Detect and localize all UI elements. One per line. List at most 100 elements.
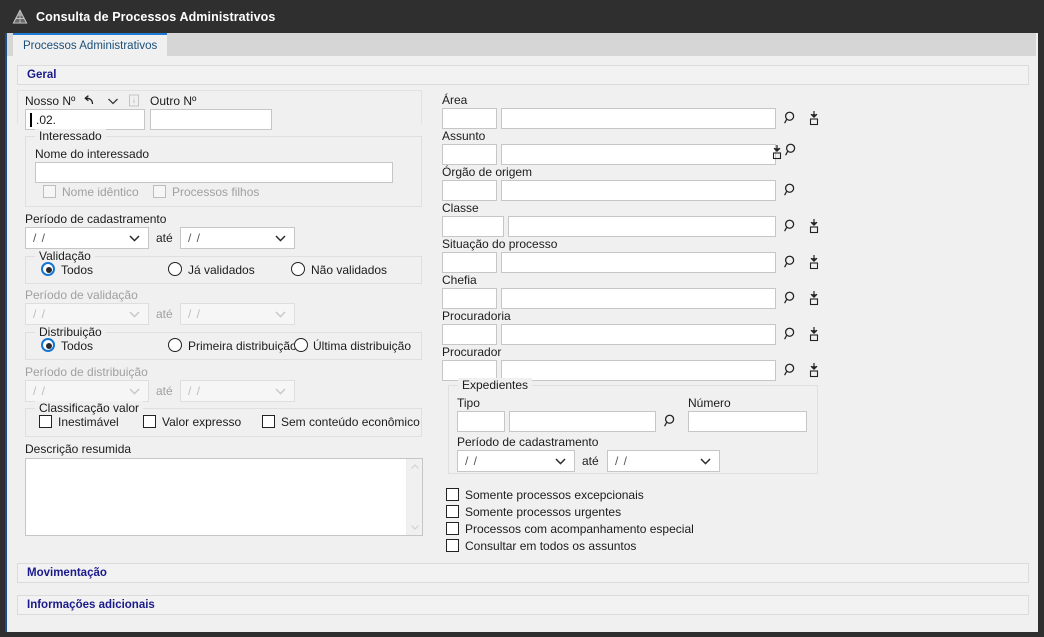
classe-code-input[interactable] bbox=[442, 216, 504, 237]
periodo-cadastramento-from-value: / / bbox=[33, 231, 47, 245]
chefia-code-input[interactable] bbox=[442, 288, 497, 309]
periodo-validacao-from-value: / / bbox=[33, 307, 47, 321]
section-header-movimentacao[interactable]: Movimentação bbox=[17, 563, 1029, 583]
checkbox-nome-identico[interactable] bbox=[43, 185, 56, 198]
checkbox-somente-excepcionais[interactable] bbox=[446, 488, 459, 501]
outro-numero-input[interactable] bbox=[150, 109, 272, 130]
drop-into-box-icon[interactable] bbox=[805, 288, 823, 308]
situacao-processo-code-input[interactable] bbox=[442, 252, 497, 273]
descricao-scrollbar[interactable] bbox=[406, 459, 422, 535]
periodo-distribuicao-label: Período de distribuição bbox=[25, 365, 148, 379]
radio-distribuicao-primeira[interactable] bbox=[168, 338, 182, 352]
checkbox-todos-assuntos[interactable] bbox=[446, 539, 459, 552]
expediente-numero-input[interactable] bbox=[688, 411, 807, 432]
checkbox-processos-filhos[interactable] bbox=[153, 185, 166, 198]
nosso-numero-value: .02. bbox=[36, 113, 57, 127]
radio-validacao-todos[interactable] bbox=[41, 262, 55, 276]
orgao-origem-description-input[interactable] bbox=[501, 180, 776, 201]
section-label-informacoes-adicionais: Informações adicionais bbox=[27, 599, 155, 611]
expediente-periodo-to-value: / / bbox=[615, 454, 629, 468]
expediente-tipo-label: Tipo bbox=[457, 396, 480, 410]
checkbox-inestimavel[interactable] bbox=[39, 415, 52, 428]
checkbox-sem-conteudo-economico[interactable] bbox=[262, 415, 275, 428]
checkbox-somente-urgentes[interactable] bbox=[446, 505, 459, 518]
periodo-validacao-to-value: / / bbox=[188, 307, 202, 321]
radio-distribuicao-todos-label: Todos bbox=[61, 339, 94, 353]
area-code-input[interactable] bbox=[442, 108, 497, 129]
area-description-input[interactable] bbox=[501, 108, 776, 129]
radio-distribuicao-todos[interactable] bbox=[41, 338, 55, 352]
drop-into-box-icon[interactable] bbox=[805, 252, 823, 272]
interessado-legend: Interessado bbox=[35, 129, 106, 143]
expediente-tipo-code-input[interactable] bbox=[457, 411, 505, 432]
checkbox-nome-identico-label: Nome idêntico bbox=[62, 185, 139, 199]
procurador-label: Procurador bbox=[442, 345, 502, 359]
scroll-up-icon[interactable] bbox=[410, 462, 420, 472]
search-icon[interactable] bbox=[782, 216, 800, 236]
chevron-down-icon bbox=[274, 232, 287, 245]
undo-arrow-icon[interactable] bbox=[81, 92, 97, 108]
search-icon[interactable] bbox=[662, 411, 680, 431]
search-icon[interactable] bbox=[782, 360, 800, 380]
classe-description-input[interactable] bbox=[508, 216, 776, 237]
periodo-validacao-from[interactable]: / / bbox=[25, 303, 149, 325]
periodo-distribuicao-from[interactable]: / / bbox=[25, 380, 149, 402]
procuradoria-description-input[interactable] bbox=[501, 324, 776, 345]
procuradoria-code-input[interactable] bbox=[442, 324, 497, 345]
drop-into-box-icon[interactable] bbox=[805, 324, 823, 344]
radio-distribuicao-ultima[interactable] bbox=[294, 338, 308, 352]
procurador-description-input[interactable] bbox=[501, 360, 776, 381]
section-header-geral[interactable]: Geral bbox=[17, 65, 1029, 85]
periodo-cadastramento-until-label: até bbox=[156, 231, 173, 245]
radio-validacao-ja-validados-label: Já validados bbox=[188, 263, 255, 277]
search-icon[interactable] bbox=[783, 140, 801, 160]
drop-into-box-icon[interactable] bbox=[805, 360, 823, 380]
radio-validacao-nao-validados-label: Não validados bbox=[311, 263, 388, 277]
chefia-description-input[interactable] bbox=[501, 288, 776, 309]
tab-processos-administrativos[interactable]: Processos Administrativos bbox=[13, 33, 168, 56]
drop-into-box-icon[interactable] bbox=[805, 216, 823, 236]
text-caret bbox=[30, 113, 32, 127]
chevron-down-icon[interactable] bbox=[105, 93, 121, 109]
nome-interessado-input[interactable] bbox=[35, 162, 393, 183]
section-header-informacoes-adicionais[interactable]: Informações adicionais bbox=[17, 595, 1029, 615]
situacao-processo-description-input[interactable] bbox=[501, 252, 776, 273]
assunto-description-input[interactable] bbox=[501, 144, 776, 165]
descricao-resumida-textarea[interactable] bbox=[25, 458, 423, 536]
scroll-down-icon[interactable] bbox=[410, 522, 420, 532]
chevron-down-icon bbox=[274, 308, 287, 321]
chevron-down-icon bbox=[274, 385, 287, 398]
periodo-validacao-until-label: até bbox=[156, 307, 173, 321]
radio-validacao-nao-validados[interactable] bbox=[291, 262, 305, 276]
section-label-geral: Geral bbox=[27, 69, 57, 81]
application-window: Consulta de Processos Administrativos Pr… bbox=[0, 0, 1044, 637]
checkbox-valor-expresso[interactable] bbox=[143, 415, 156, 428]
search-icon[interactable] bbox=[782, 108, 800, 128]
checkbox-acompanhamento-especial[interactable] bbox=[446, 522, 459, 535]
orgao-origem-code-input[interactable] bbox=[442, 180, 497, 201]
periodo-validacao-label: Período de validação bbox=[25, 288, 138, 302]
expediente-tipo-description-input[interactable] bbox=[509, 411, 656, 432]
expediente-periodo-to[interactable]: / / bbox=[607, 450, 720, 472]
expediente-periodo-from[interactable]: / / bbox=[457, 450, 575, 472]
classe-label: Classe bbox=[442, 201, 479, 215]
search-icon[interactable] bbox=[782, 180, 800, 200]
assunto-code-input[interactable] bbox=[442, 144, 497, 165]
tab-strip: Processos Administrativos bbox=[7, 33, 1036, 56]
search-icon[interactable] bbox=[782, 288, 800, 308]
periodo-distribuicao-to[interactable]: / / bbox=[180, 380, 295, 402]
search-icon[interactable] bbox=[782, 252, 800, 272]
periodo-validacao-to[interactable]: / / bbox=[180, 303, 295, 325]
periodo-cadastramento-to[interactable]: / / bbox=[180, 227, 295, 249]
checkbox-somente-urgentes-label: Somente processos urgentes bbox=[465, 505, 622, 519]
periodo-cadastramento-to-value: / / bbox=[188, 231, 202, 245]
checkbox-sem-conteudo-economico-label: Sem conteúdo econômico bbox=[281, 415, 420, 429]
search-icon[interactable] bbox=[782, 324, 800, 344]
checkbox-acompanhamento-especial-label: Processos com acompanhamento especial bbox=[465, 522, 694, 536]
nosso-numero-input[interactable]: .02. bbox=[25, 109, 145, 130]
periodo-cadastramento-from[interactable]: / / bbox=[25, 227, 149, 249]
periodo-distribuicao-from-value: / / bbox=[33, 384, 47, 398]
window-title: Consulta de Processos Administrativos bbox=[36, 9, 276, 24]
radio-validacao-ja-validados[interactable] bbox=[168, 262, 182, 276]
drop-into-box-icon[interactable] bbox=[805, 108, 823, 128]
